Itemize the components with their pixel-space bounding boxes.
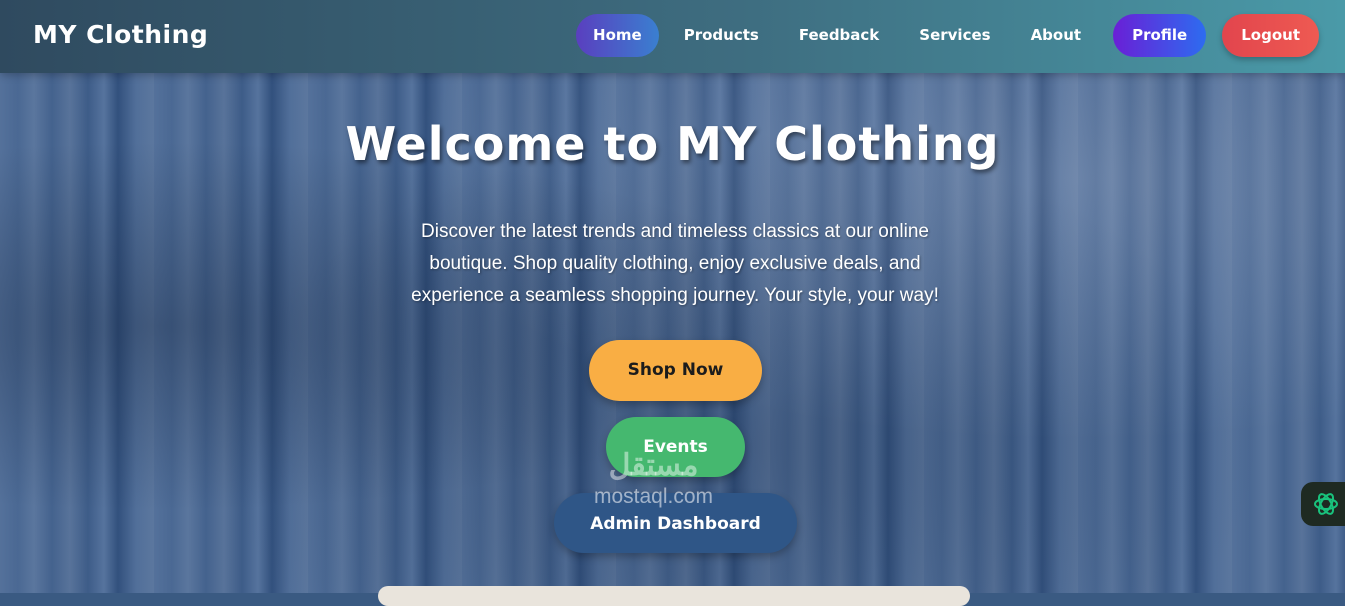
content-card-preview — [378, 586, 970, 606]
nav-link-home[interactable]: Home — [576, 14, 659, 57]
nav-link-feedback[interactable]: Feedback — [779, 14, 899, 57]
openai-logo-icon — [1314, 493, 1338, 515]
hero-description: Discover the latest trends and timeless … — [411, 221, 939, 306]
assistant-button[interactable] — [1301, 482, 1345, 526]
watermark: مستقل mostaql.com — [594, 448, 713, 509]
profile-button[interactable]: Profile — [1113, 14, 1207, 57]
hero-section: Welcome to MY Clothing Discover the late… — [0, 73, 1345, 593]
shop-now-button[interactable]: Shop Now — [589, 340, 762, 401]
watermark-site: mostaql.com — [594, 485, 714, 508]
watermark-arabic: مستقل — [608, 449, 699, 482]
hero-title: Welcome to MY Clothing — [345, 117, 1000, 171]
brand-logo[interactable]: MY Clothing — [33, 20, 208, 49]
nav-link-about[interactable]: About — [1011, 14, 1102, 57]
nav-menu: Home Products Feedback Services About Pr… — [576, 14, 1319, 57]
top-navbar: MY Clothing Home Products Feedback Servi… — [0, 0, 1345, 73]
logout-button[interactable]: Logout — [1222, 14, 1319, 57]
nav-link-services[interactable]: Services — [899, 14, 1010, 57]
nav-link-products[interactable]: Products — [664, 14, 779, 57]
